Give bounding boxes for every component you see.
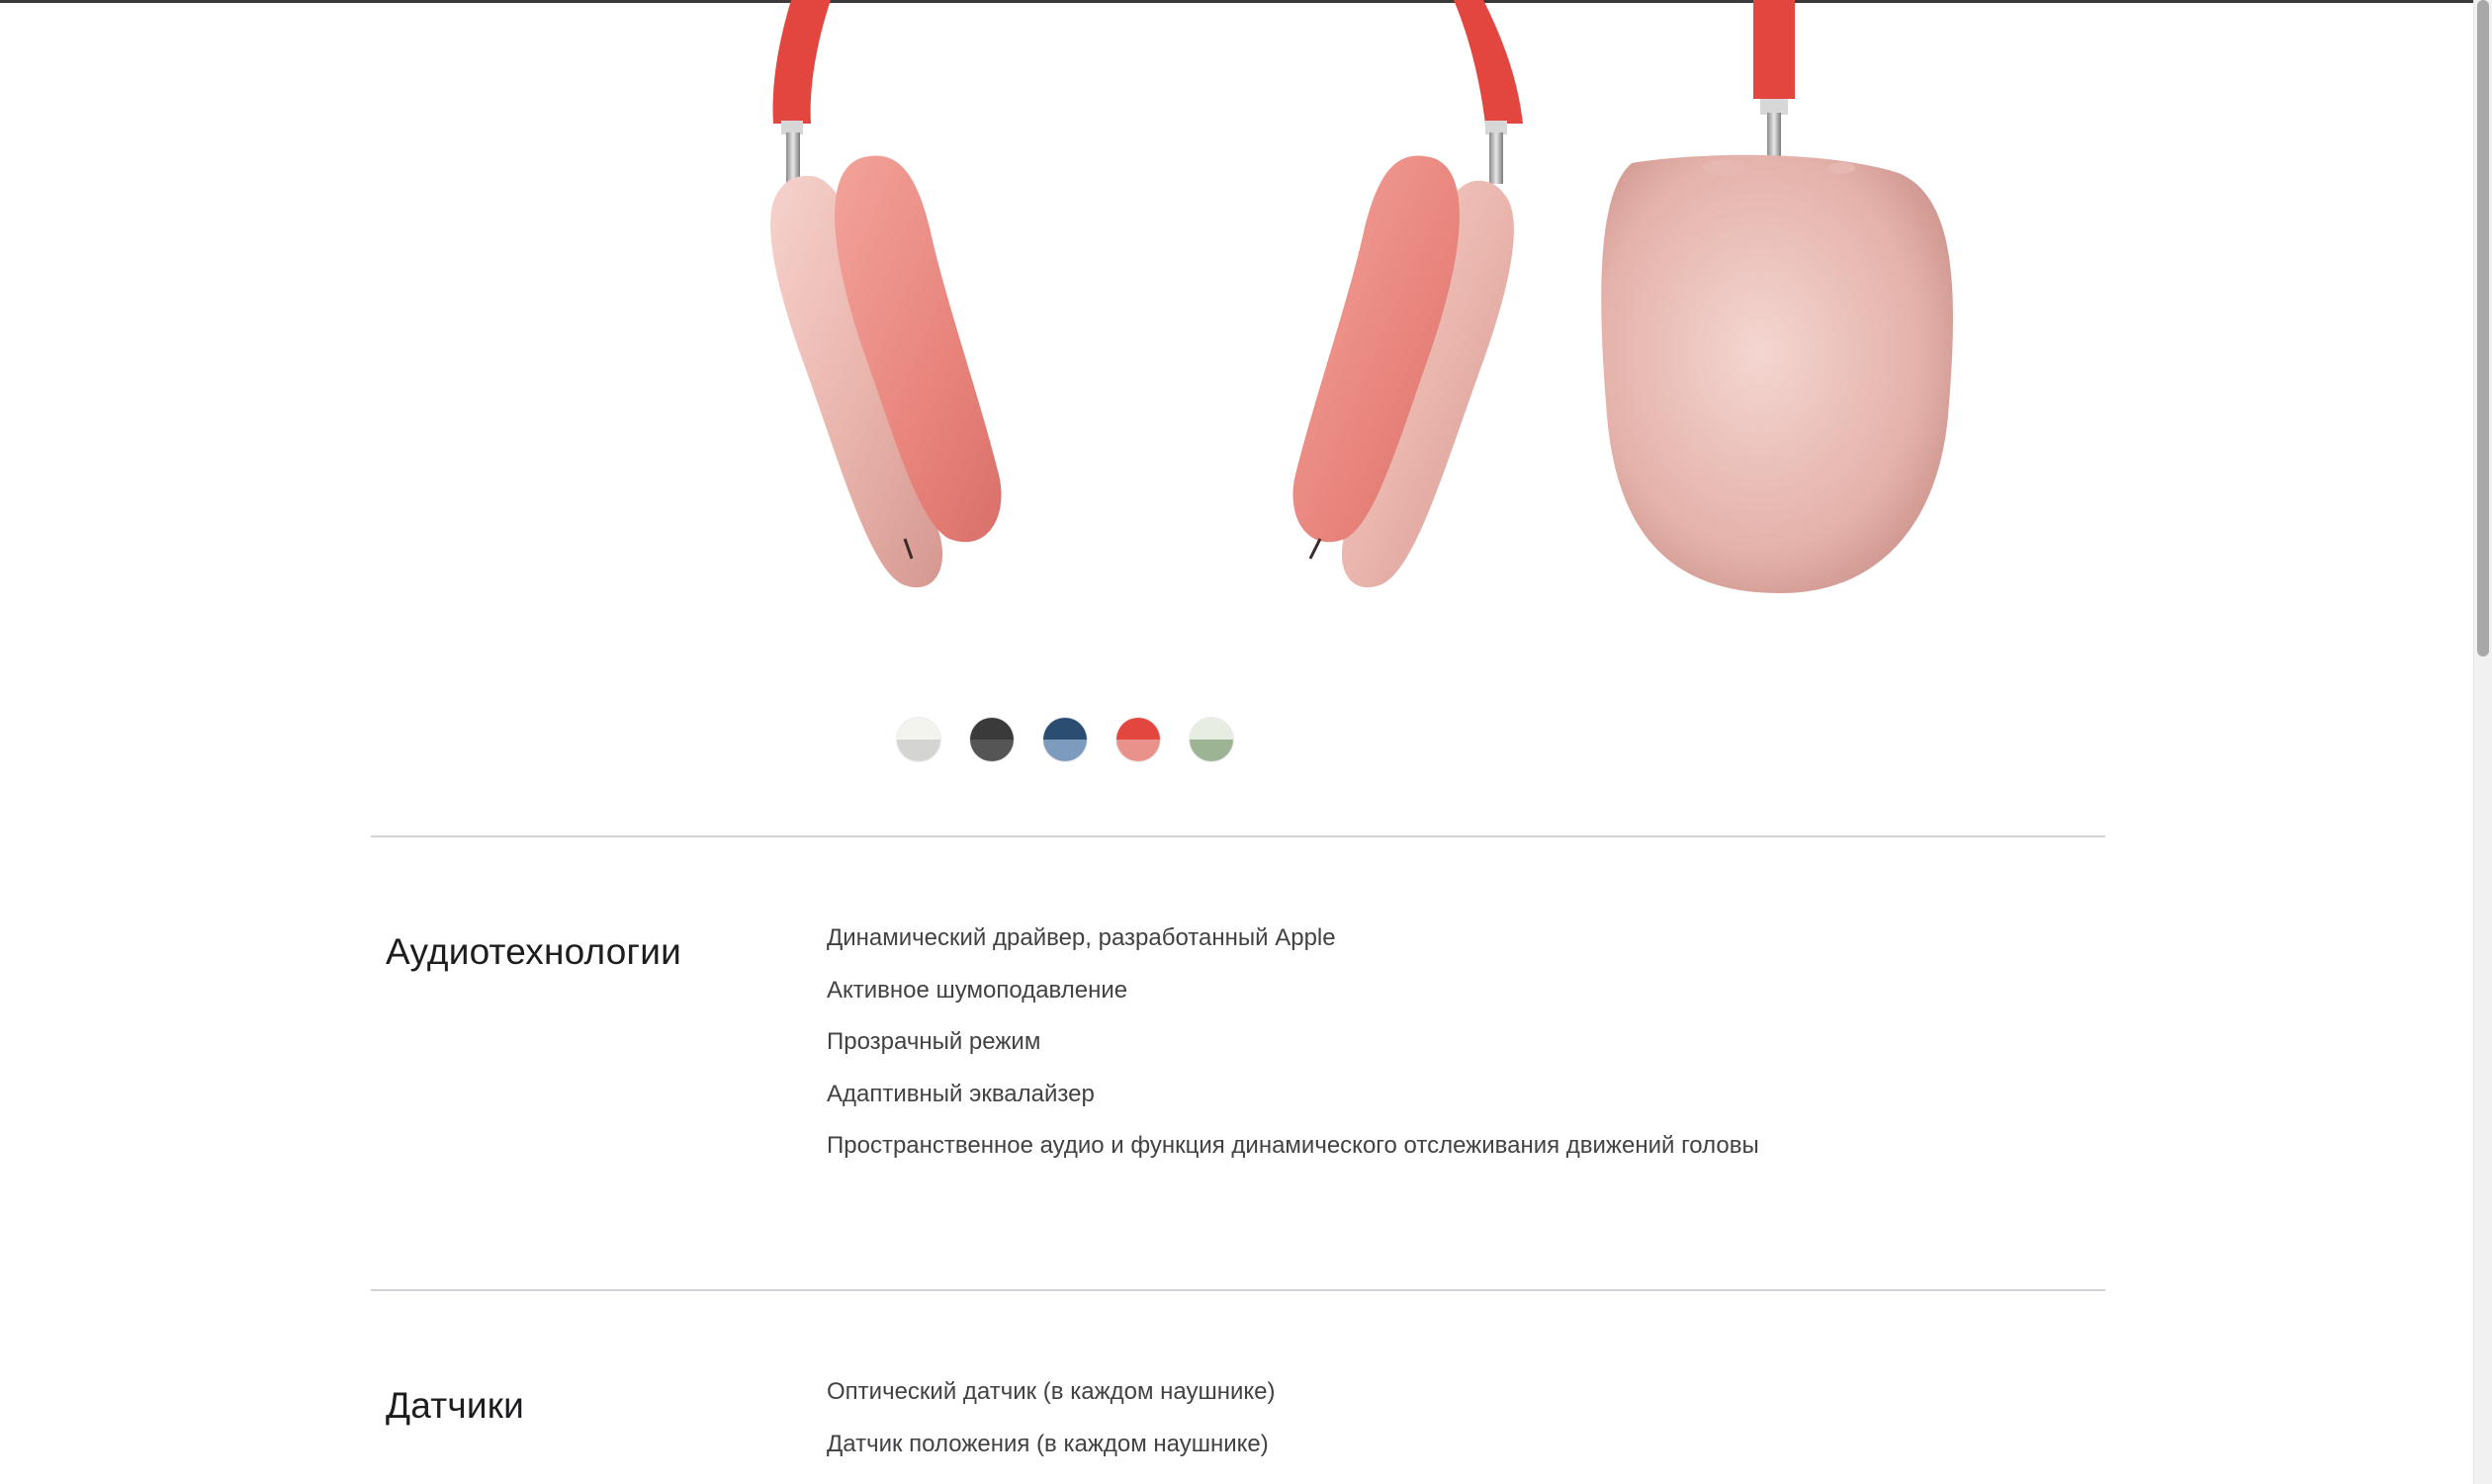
right-earcup	[1292, 155, 1514, 588]
color-swatch-sky-blue[interactable]	[1042, 717, 1088, 762]
left-earcup	[770, 155, 1002, 588]
section-divider	[371, 835, 2105, 837]
spec-list: Динамический драйвер, разработанный Appl…	[827, 924, 1759, 1184]
vertical-scrollbar[interactable]	[2473, 0, 2492, 1484]
color-swatch-silver[interactable]	[896, 717, 941, 762]
spec-list: Оптический датчик (в каждом наушнике) Да…	[827, 1378, 1276, 1482]
spec-item: Адаптивный эквалайзер	[827, 1080, 1095, 1107]
spec-item: Динамический драйвер, разработанный Appl…	[827, 924, 1336, 951]
spec-item: Оптический датчик (в каждом наушнике)	[827, 1378, 1276, 1405]
color-swatch-green[interactable]	[1189, 717, 1234, 762]
spec-item: Активное шумоподавление	[827, 976, 1128, 1004]
color-swatches	[896, 717, 1234, 764]
spec-section-title: Аудиотехнологии	[386, 931, 681, 972]
earcup-back	[1601, 154, 1953, 593]
spec-section-title: Датчики	[386, 1385, 524, 1426]
product-page: Аудиотехнологии Динамический драйвер, ра…	[0, 0, 2474, 1484]
color-swatch-space-gray[interactable]	[969, 717, 1015, 762]
color-swatch-pink[interactable]	[1115, 717, 1161, 762]
spec-item: Прозрачный режим	[827, 1028, 1041, 1055]
spec-item: Датчик положения (в каждом наушнике)	[827, 1430, 1269, 1457]
section-divider	[371, 1289, 2105, 1291]
spec-item: Пространственное аудио и функция динамич…	[827, 1132, 1759, 1159]
product-image	[692, 0, 2017, 633]
scrollbar-thumb[interactable]	[2477, 0, 2489, 656]
